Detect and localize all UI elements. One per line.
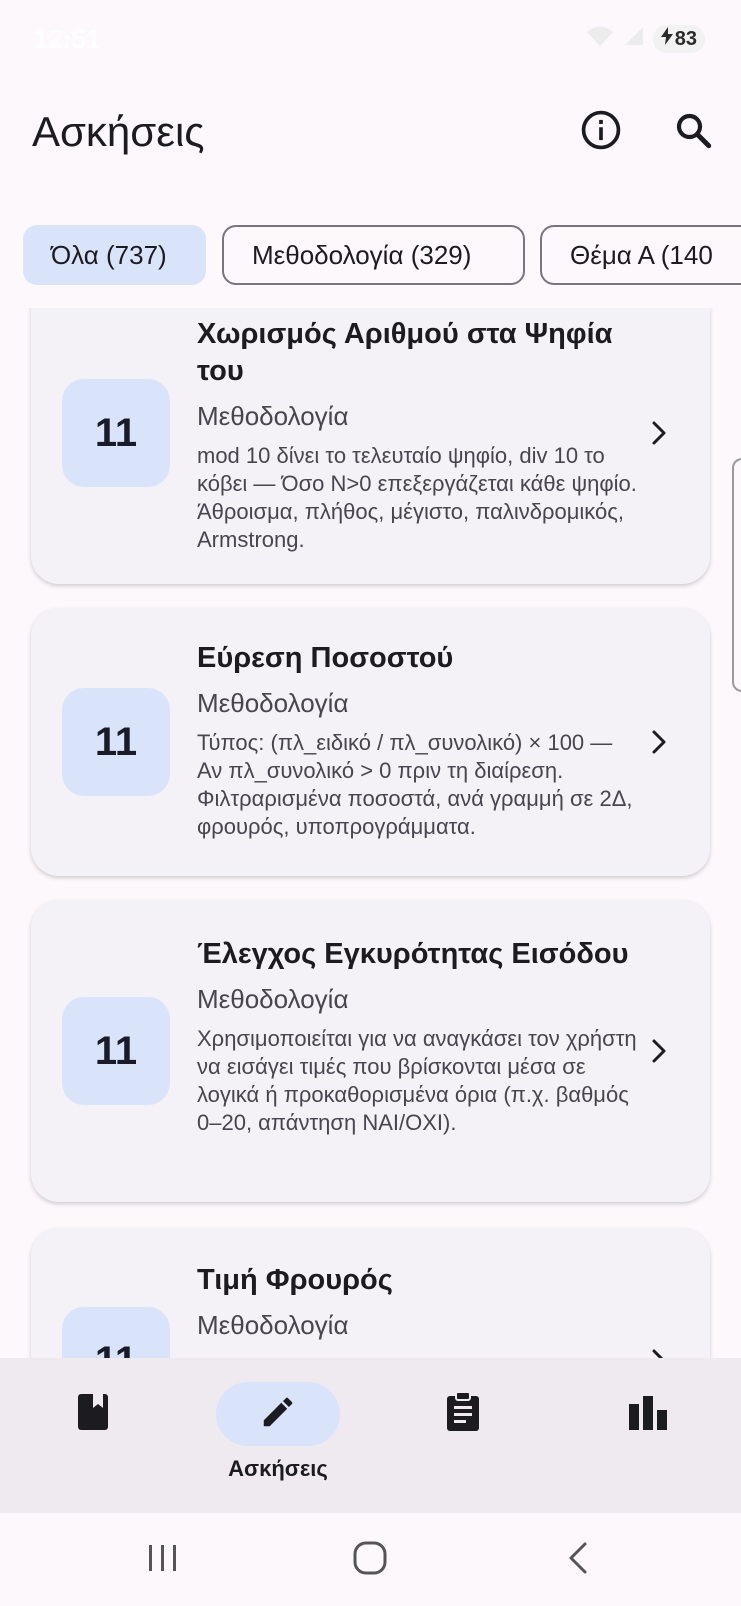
- nav-label: Ασκήσεις: [228, 1456, 328, 1481]
- chevron-right-icon: [645, 728, 673, 756]
- exercise-description: Χρησιμοποιείται για να αναγκάσει τον χρή…: [197, 1026, 637, 1135]
- chevron-right-icon: [645, 419, 673, 447]
- exercise-card-text: Εύρεση Ποσοστού Μεθοδολογία Τύπος: (πλ_ε…: [197, 640, 637, 841]
- charging-icon: [660, 27, 673, 51]
- chevron-right-icon: [645, 1347, 673, 1358]
- exercise-title: Εύρεση Ποσοστού: [197, 642, 454, 674]
- pencil-icon: [259, 1393, 297, 1436]
- back-icon: [565, 1541, 591, 1580]
- nav-indicator: [586, 1382, 710, 1446]
- exercise-card[interactable]: 11 Εύρεση Ποσοστού Μεθοδολογία Τύπος: (π…: [31, 608, 710, 876]
- nav-indicator-active: [216, 1382, 340, 1446]
- filter-chip-all[interactable]: Όλα (737): [23, 225, 206, 285]
- exercise-category: Μεθοδολογία: [197, 984, 349, 1014]
- home-icon: [352, 1540, 388, 1581]
- battery-indicator: 83: [652, 25, 705, 53]
- exercise-card-text: Έλεγχος Εγκυρότητας Εισόδου Μεθοδολογία …: [197, 936, 637, 1137]
- book-icon: [75, 1392, 111, 1437]
- nav-indicator: [401, 1382, 525, 1446]
- filter-chip-label: Μεθοδολογία (329): [252, 239, 472, 270]
- recent-apps-icon: [146, 1543, 180, 1578]
- exercise-badge: 11: [62, 1307, 170, 1358]
- bar-chart-icon: [627, 1394, 669, 1435]
- exercise-category: Μεθοδολογία: [197, 688, 349, 718]
- exercise-description: Τύπος: (πλ_ειδικό / πλ_συνολικό) × 100 —…: [197, 730, 633, 839]
- exercise-title: Τιμή Φρουρός: [197, 1264, 393, 1296]
- filter-chip-label: Όλα (737): [51, 239, 167, 270]
- filter-chip-theme-a[interactable]: Θέμα Α (140: [540, 225, 741, 285]
- clipboard-icon: [445, 1390, 481, 1438]
- page-title: Ασκήσεις: [32, 108, 205, 155]
- exercise-description: mod 10 δίνει το τελευταίο ψηφίο, div 10 …: [197, 443, 637, 552]
- info-button[interactable]: [573, 104, 629, 160]
- scrollbar-thumb[interactable]: [732, 458, 741, 692]
- nav-item-theory[interactable]: [23, 1382, 163, 1492]
- home-button[interactable]: [345, 1535, 395, 1585]
- exercise-badge: 11: [62, 688, 170, 796]
- exercise-card[interactable]: 11 Τιμή Φρουρός Μεθοδολογία: [31, 1228, 710, 1358]
- exercise-card[interactable]: 11 Έλεγχος Εγκυρότητας Εισόδου Μεθοδολογ…: [31, 900, 710, 1202]
- battery-level: 83: [674, 27, 697, 50]
- nav-item-tests[interactable]: [393, 1382, 533, 1492]
- filter-chip-methodology[interactable]: Μεθοδολογία (329): [222, 225, 525, 285]
- exercise-card-text: Χωρισμός Αριθμού στα Ψηφία του Μεθοδολογ…: [197, 316, 637, 554]
- info-icon: [579, 108, 623, 157]
- nav-indicator: [31, 1382, 155, 1446]
- exercise-badge: 11: [62, 379, 170, 487]
- status-time: 12:51: [34, 24, 101, 54]
- recent-apps-button[interactable]: [138, 1535, 188, 1585]
- exercise-list[interactable]: 11 Χωρισμός Αριθμού στα Ψηφία του Μεθοδο…: [0, 308, 741, 1358]
- top-app-bar: Ασκήσεις: [0, 80, 741, 190]
- wifi-icon: [585, 24, 615, 54]
- bottom-navigation: Ασκήσεις: [0, 1358, 741, 1513]
- exercise-badge: 11: [62, 997, 170, 1105]
- status-indicators: 83: [585, 24, 705, 54]
- system-navigation-bar: [0, 1513, 741, 1606]
- filter-chip-label: Θέμα Α (140: [570, 239, 713, 270]
- signal-icon: [623, 25, 645, 53]
- chevron-right-icon: [645, 1037, 673, 1065]
- filter-chip-row: Όλα (737) Μεθοδολογία (329) Θέμα Α (140: [0, 222, 741, 286]
- exercise-category: Μεθοδολογία: [197, 401, 349, 431]
- back-button[interactable]: [553, 1535, 603, 1585]
- exercise-category: Μεθοδολογία: [197, 1310, 349, 1340]
- status-bar: 12:51 83: [0, 0, 741, 80]
- exercise-title: Χωρισμός Αριθμού στα Ψηφία του: [197, 318, 613, 387]
- exercise-title: Έλεγχος Εγκυρότητας Εισόδου: [197, 938, 629, 970]
- nav-item-stats[interactable]: [578, 1382, 718, 1492]
- nav-item-exercises[interactable]: Ασκήσεις: [208, 1382, 348, 1492]
- search-icon: [672, 109, 714, 156]
- exercise-card-text: Τιμή Φρουρός Μεθοδολογία: [197, 1262, 637, 1351]
- search-button[interactable]: [665, 104, 721, 160]
- exercise-card[interactable]: 11 Χωρισμός Αριθμού στα Ψηφία του Μεθοδο…: [31, 308, 710, 584]
